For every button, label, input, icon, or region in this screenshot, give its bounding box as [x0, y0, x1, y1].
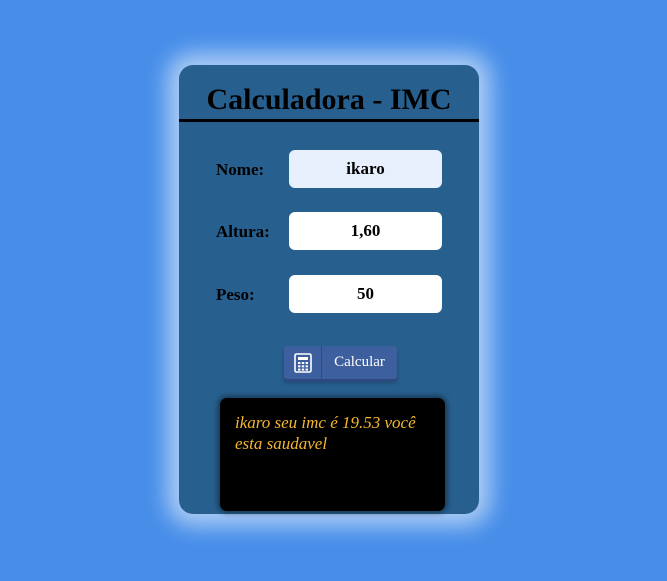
result-panel: ikaro seu imc é 19.53 você esta saudavel	[220, 398, 445, 511]
title-divider	[179, 119, 479, 122]
nome-label: Nome:	[216, 160, 265, 179]
peso-label: Peso:	[216, 285, 255, 304]
altura-input[interactable]	[289, 212, 442, 250]
nome-input[interactable]	[289, 150, 442, 188]
imc-calculator-card: Calculadora - IMC Nome: Altura: Peso: Ca…	[179, 65, 479, 514]
calcular-button-label: Calcular	[334, 354, 385, 370]
result-text: ikaro seu imc é 19.53 você esta saudavel	[235, 413, 416, 453]
peso-input[interactable]	[289, 275, 442, 313]
altura-label: Altura:	[216, 222, 270, 241]
page-title: Calculadora - IMC	[206, 83, 452, 116]
calcular-button[interactable]: Calcular	[284, 346, 397, 379]
calculator-icon	[284, 346, 322, 379]
